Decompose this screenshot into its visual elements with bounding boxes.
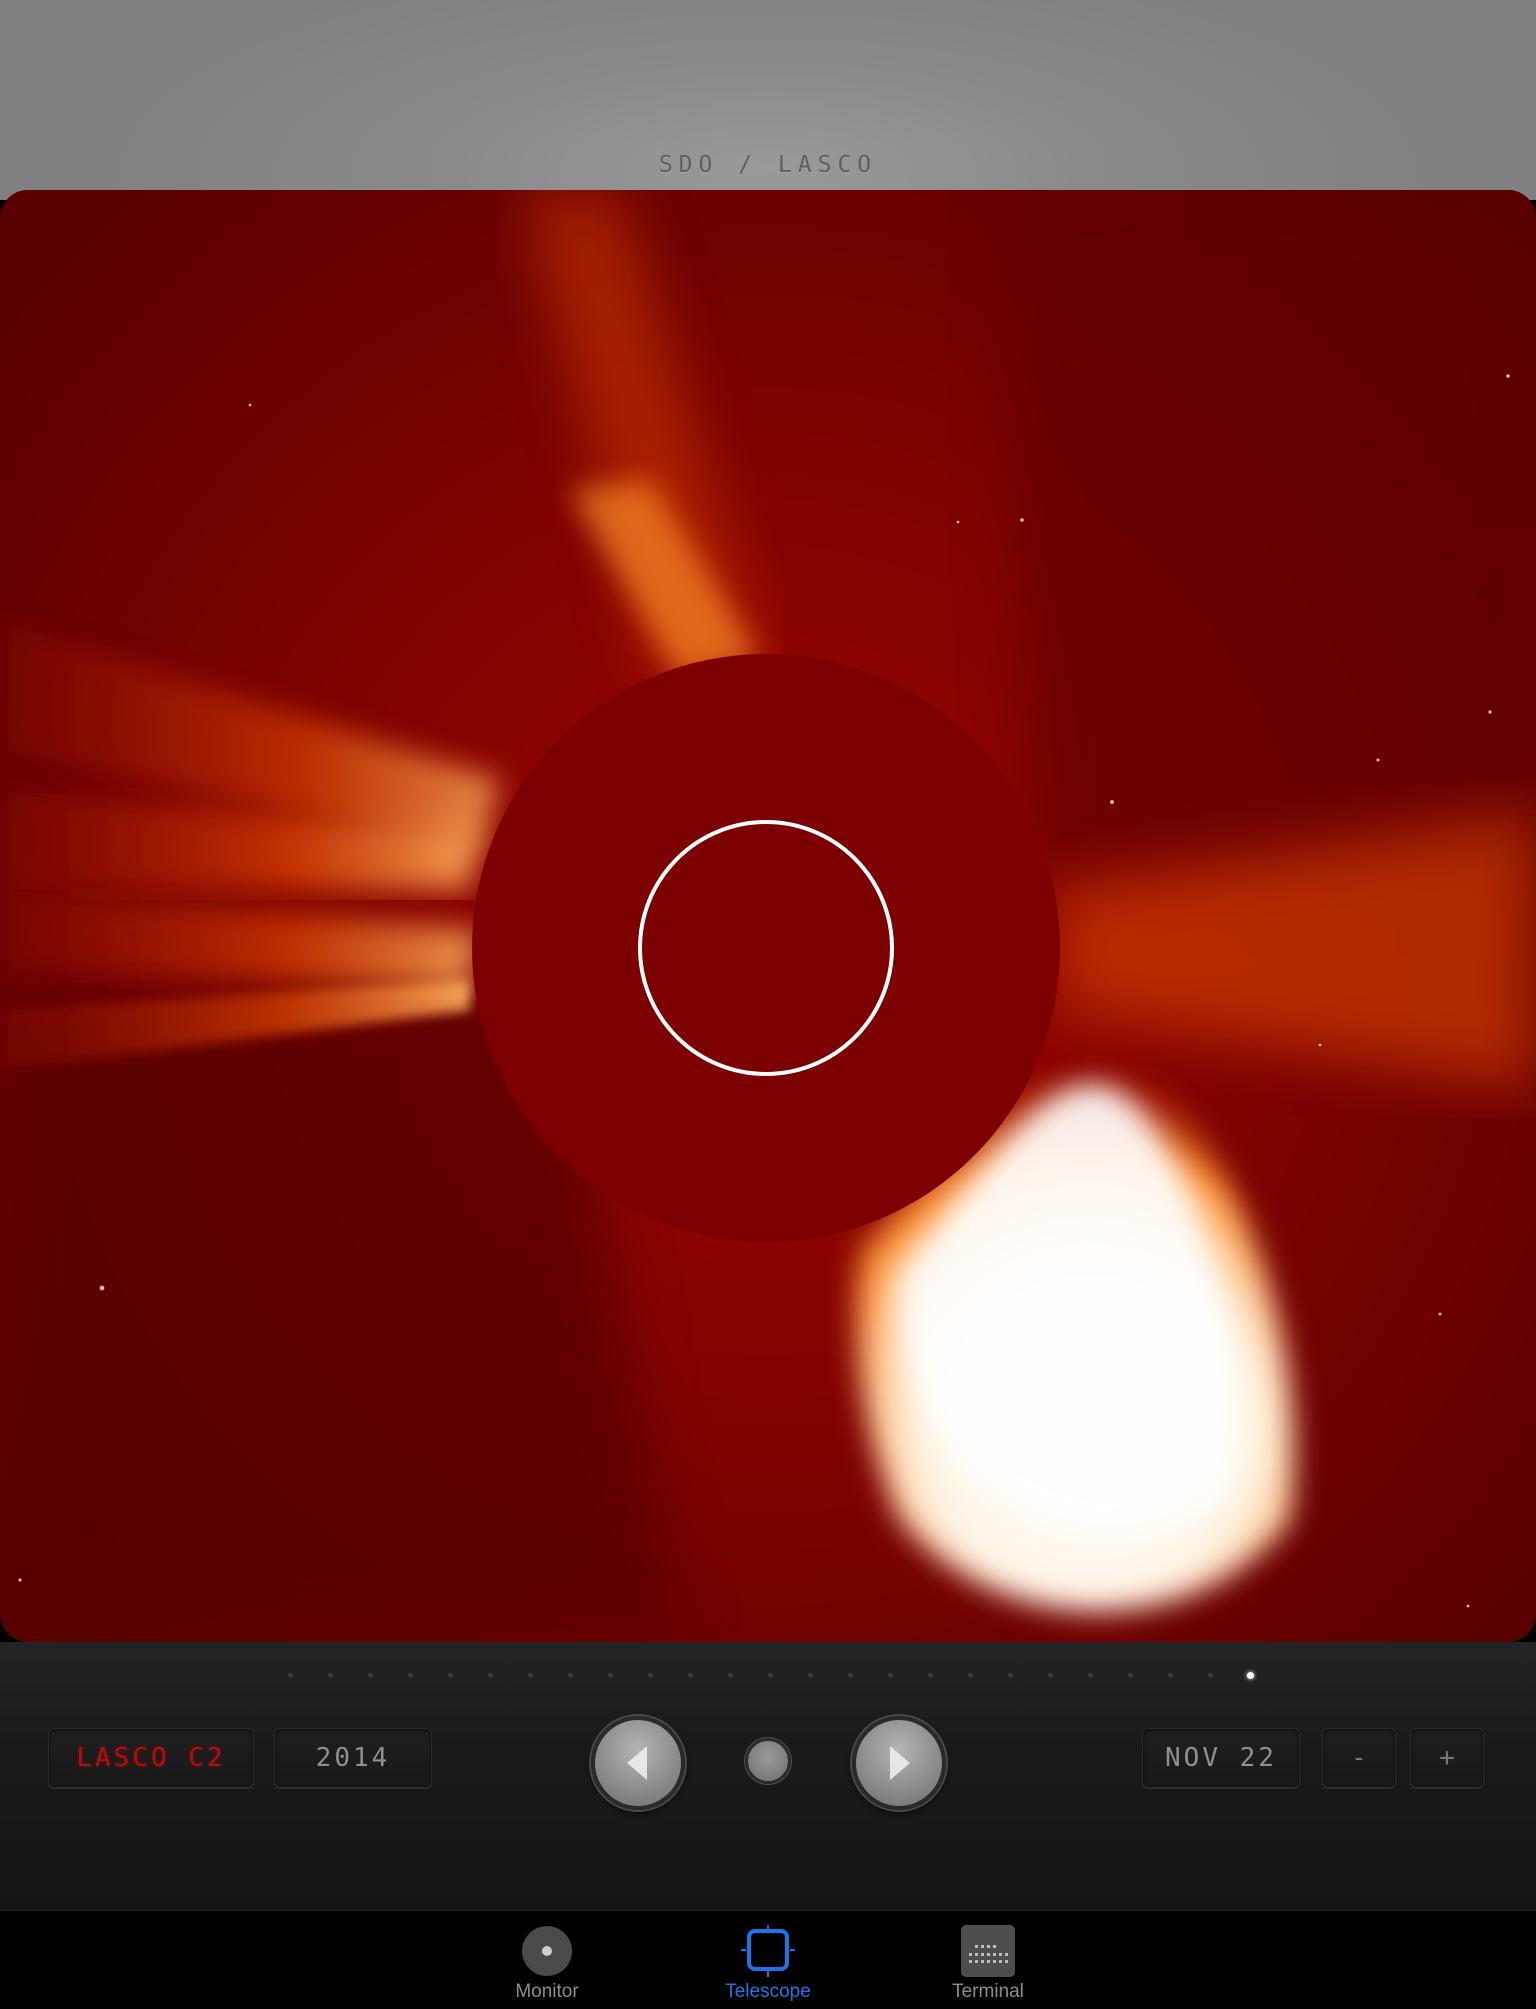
tab-telescope-label: Telescope xyxy=(725,1981,811,2002)
frame-dot[interactable] xyxy=(928,1673,933,1678)
frame-dot[interactable] xyxy=(848,1673,853,1678)
frame-dot[interactable] xyxy=(648,1673,653,1678)
play-pause-button[interactable] xyxy=(745,1738,791,1784)
tab-terminal-label: Terminal xyxy=(952,1981,1024,2002)
frame-dot[interactable] xyxy=(968,1673,973,1678)
zoom-out-button[interactable]: - xyxy=(1322,1728,1396,1788)
frame-dot[interactable] xyxy=(808,1673,813,1678)
frame-dot[interactable] xyxy=(768,1673,773,1678)
frame-dot[interactable] xyxy=(288,1673,293,1678)
frame-dot[interactable] xyxy=(488,1673,493,1678)
frame-dot[interactable] xyxy=(728,1673,733,1678)
next-frame-button[interactable] xyxy=(852,1716,946,1810)
frame-dot[interactable] xyxy=(1088,1673,1093,1678)
occulter-disk xyxy=(472,654,1060,1242)
frame-dot[interactable] xyxy=(1008,1673,1013,1678)
zoom-in-button[interactable]: + xyxy=(1410,1728,1484,1788)
previous-frame-button[interactable] xyxy=(591,1716,685,1810)
year-selector[interactable]: 2014 xyxy=(274,1728,432,1788)
coronagraph-image xyxy=(0,190,1536,1642)
monitor-icon xyxy=(520,1925,574,1977)
frame-dot-active[interactable] xyxy=(1247,1672,1254,1679)
date-selector[interactable]: NOV 22 xyxy=(1142,1728,1300,1788)
instrument-selector[interactable]: LASCO C2 xyxy=(48,1728,254,1788)
frame-dot[interactable] xyxy=(528,1673,533,1678)
frame-dot[interactable] xyxy=(608,1673,613,1678)
triangle-right-icon xyxy=(890,1746,910,1780)
frame-dot[interactable] xyxy=(688,1673,693,1678)
frame-dot[interactable] xyxy=(1208,1673,1213,1678)
tab-monitor[interactable]: Monitor xyxy=(467,1911,627,2009)
terminal-icon xyxy=(961,1925,1015,1977)
tab-telescope[interactable]: Telescope xyxy=(688,1911,848,2009)
frame-dot[interactable] xyxy=(888,1673,893,1678)
frame-dot[interactable] xyxy=(1128,1673,1133,1678)
telescope-image-viewer[interactable] xyxy=(0,190,1536,1642)
frame-dot[interactable] xyxy=(368,1673,373,1678)
telescope-icon xyxy=(741,1925,795,1977)
frame-dot[interactable] xyxy=(408,1673,413,1678)
frame-dot[interactable] xyxy=(328,1673,333,1678)
frame-dot[interactable] xyxy=(568,1673,573,1678)
frame-dot[interactable] xyxy=(1168,1673,1173,1678)
frame-indicator[interactable] xyxy=(0,1668,1536,1684)
page-title: SDO / LASCO xyxy=(658,152,878,178)
frame-dot[interactable] xyxy=(448,1673,453,1678)
tab-monitor-label: Monitor xyxy=(515,1981,579,2002)
frame-dot[interactable] xyxy=(1048,1673,1053,1678)
tab-terminal[interactable]: Terminal xyxy=(908,1911,1068,2009)
tab-bar: Monitor Telescope Terminal xyxy=(0,1910,1536,2009)
triangle-left-icon xyxy=(627,1746,647,1780)
